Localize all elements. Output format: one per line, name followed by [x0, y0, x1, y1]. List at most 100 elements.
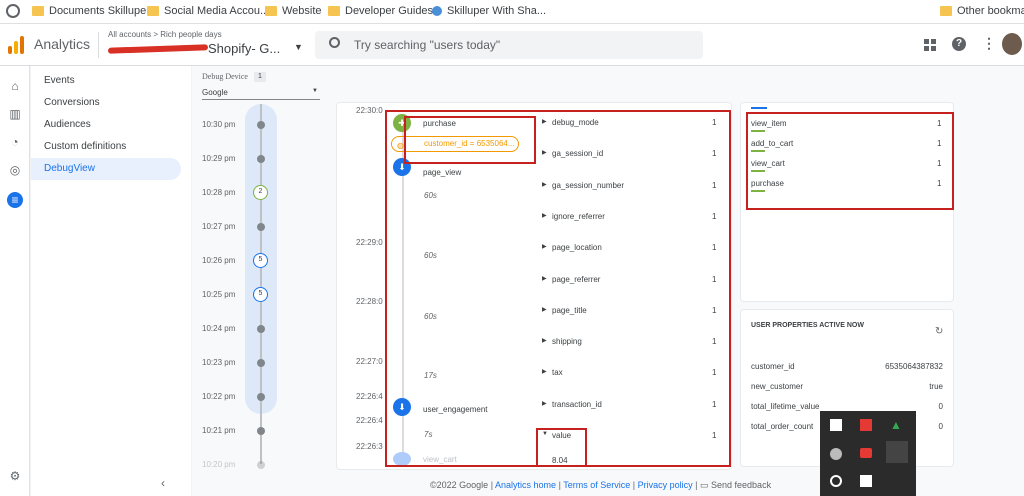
- timestamp: 22:26:3: [356, 442, 383, 451]
- folder-icon: [940, 6, 952, 16]
- app-header: Analytics All accounts > Rich people day…: [0, 24, 1024, 66]
- minute-label: 10:27 pm: [202, 222, 236, 231]
- feather-icon[interactable]: [886, 441, 908, 463]
- user-property-name: new_customer: [751, 382, 804, 391]
- minute-label: 10:23 pm: [202, 358, 236, 367]
- left-rail: ⌂ ▥ ◔ ◎ ≡ ⚙: [0, 66, 30, 496]
- breadcrumb[interactable]: All accounts > Rich people days: [108, 30, 222, 39]
- collapse-chevron-icon[interactable]: ‹: [161, 476, 165, 490]
- footer-link-analytics-home[interactable]: Analytics home: [495, 480, 556, 490]
- minutes-stream: 10:30 pm 10:29 pm 10:28 pm 2 10:27 pm 10:26 p…: [192, 104, 332, 496]
- footer-send-feedback[interactable]: Send feedback: [711, 480, 771, 490]
- footer-link-terms[interactable]: Terms of Service: [563, 480, 630, 490]
- dropdown-arrow-icon: ▼: [294, 42, 303, 52]
- bookmarks-bar: Documents Skilluper Social Media Accou..…: [0, 0, 1024, 24]
- nav-item-custom-definitions[interactable]: Custom definitions: [31, 136, 181, 158]
- minute-dot[interactable]: [257, 155, 265, 163]
- timestamp: 22:30:0: [356, 106, 383, 115]
- other-bookmarks[interactable]: Other bookmarks: [940, 5, 1024, 17]
- highlight-box-top-events: [746, 112, 954, 210]
- device-count-badge: 1: [254, 72, 266, 82]
- app-c-icon[interactable]: [830, 448, 842, 460]
- minute-event-badge[interactable]: 2: [253, 185, 268, 200]
- user-property-value: 0: [938, 402, 943, 411]
- folder-icon: [328, 6, 340, 16]
- folder-icon: [32, 6, 44, 16]
- minute-label: 10:20 pm: [202, 460, 236, 469]
- bookmark-item[interactable]: Developer Guides: [328, 5, 433, 17]
- globe-icon[interactable]: [6, 4, 20, 18]
- minute-event-badge[interactable]: 5: [253, 287, 268, 302]
- app-g-icon[interactable]: [830, 475, 842, 487]
- folder-icon: [147, 6, 159, 16]
- app-text-icon[interactable]: [860, 475, 872, 487]
- nav-item-audiences[interactable]: Audiences: [31, 114, 181, 136]
- minute-dot[interactable]: [257, 427, 265, 435]
- minute-dot[interactable]: [257, 393, 265, 401]
- minute-dot[interactable]: [257, 121, 265, 129]
- configure-icon[interactable]: ≡: [7, 192, 23, 208]
- highlight-box-purchase: [404, 116, 536, 164]
- system-tray-popup: ▲: [820, 411, 916, 496]
- help-icon[interactable]: ?: [952, 37, 966, 51]
- highlight-box-value: [536, 428, 587, 467]
- user-property-name: customer_id: [751, 362, 795, 371]
- footer: ©2022 Google | Analytics home | Terms of…: [430, 480, 772, 490]
- app-a-icon[interactable]: ▲: [890, 419, 902, 431]
- defender-icon[interactable]: [830, 419, 842, 431]
- timestamp: 22:26:4: [356, 392, 383, 401]
- minute-label: 10:30 pm: [202, 120, 236, 129]
- bookmark-item[interactable]: Skilluper With Sha...: [432, 5, 546, 17]
- nav-item-events[interactable]: Events: [31, 70, 181, 92]
- advertising-icon[interactable]: ◎: [7, 162, 23, 178]
- property-name: Shopify- G...: [208, 41, 281, 56]
- bookmark-item[interactable]: Documents Skilluper: [32, 5, 150, 17]
- bookmark-label: Developer Guides: [345, 5, 434, 17]
- record-icon[interactable]: [860, 448, 872, 458]
- apps-grid-icon[interactable]: [924, 39, 936, 51]
- debugview-content: Debug Device 1 Google ▼ 10:30 pm 10:29 pm…: [192, 66, 1024, 496]
- bookmark-item[interactable]: Website: [265, 5, 322, 17]
- minute-dot[interactable]: [257, 359, 265, 367]
- minute-label: 10:29 pm: [202, 154, 236, 163]
- user-property-row: new_customer true: [751, 382, 943, 394]
- acrobat-icon[interactable]: [860, 419, 872, 431]
- nav-item-debugview[interactable]: DebugView: [31, 158, 181, 180]
- minute-label: 10:28 pm: [202, 188, 236, 197]
- more-vert-icon[interactable]: ⋮: [982, 35, 996, 52]
- minute-dot[interactable]: [257, 461, 265, 469]
- debug-device-label: Debug Device: [202, 72, 248, 81]
- minute-label: 10:24 pm: [202, 324, 236, 333]
- settings-gear-icon[interactable]: ⚙: [7, 468, 23, 484]
- timestamp: 22:26:4: [356, 416, 383, 425]
- user-property-value: true: [929, 382, 943, 391]
- timestamp: 22:29:0: [356, 238, 383, 247]
- home-icon[interactable]: ⌂: [7, 78, 23, 94]
- user-property-value: 0: [938, 422, 943, 431]
- footer-link-privacy[interactable]: Privacy policy: [638, 480, 693, 490]
- minute-event-badge[interactable]: 5: [253, 253, 268, 268]
- side-nav: Events Conversions Audiences Custom defi…: [31, 66, 191, 496]
- search-icon: [329, 37, 340, 48]
- minute-dot[interactable]: [257, 325, 265, 333]
- device-dropdown[interactable]: Google ▼: [202, 86, 320, 100]
- minute-dot[interactable]: [257, 223, 265, 231]
- user-property-value: 6535064387832: [885, 362, 943, 371]
- timestamp: 22:28:0: [356, 297, 383, 306]
- user-property-row: customer_id 6535064387832: [751, 362, 943, 374]
- analytics-logo-icon: [8, 36, 24, 54]
- search-placeholder: Try searching "users today": [354, 38, 501, 52]
- explore-icon[interactable]: ◔: [7, 134, 23, 150]
- history-icon[interactable]: ↻: [935, 326, 943, 337]
- avatar[interactable]: [1002, 33, 1022, 55]
- minute-label: 10:22 pm: [202, 392, 236, 401]
- redaction-mark: [107, 44, 209, 54]
- product-name: Analytics: [34, 36, 91, 52]
- skilluper-icon: [432, 6, 442, 16]
- nav-item-conversions[interactable]: Conversions: [31, 92, 181, 114]
- footer-copyright: ©2022 Google: [430, 480, 489, 490]
- bookmark-label: Documents Skilluper: [49, 5, 150, 17]
- bookmark-item[interactable]: Social Media Accou...: [147, 5, 269, 17]
- search-bar[interactable]: Try searching "users today": [315, 31, 703, 59]
- reports-icon[interactable]: ▥: [7, 106, 23, 122]
